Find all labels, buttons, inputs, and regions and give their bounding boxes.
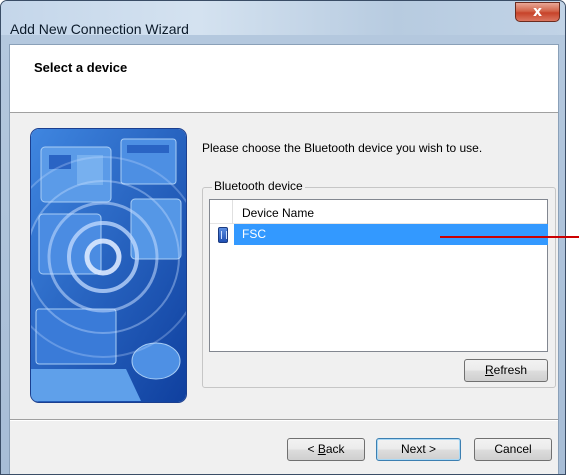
bluetooth-device-icon (218, 227, 228, 243)
close-button[interactable]: x (515, 2, 560, 22)
refresh-accelerator: R (484, 363, 494, 377)
cancel-label: Cancel (494, 442, 532, 456)
back-arrow: < (307, 442, 318, 456)
close-icon: x (532, 4, 543, 20)
instruction-text: Please choose the Bluetooth device you w… (202, 141, 483, 155)
back-label: ack (325, 442, 345, 456)
list-header: Device Name (210, 200, 547, 224)
cancel-button[interactable]: Cancel (474, 438, 552, 461)
column-header-device-name[interactable]: Device Name (242, 206, 314, 220)
wizard-header: Select a device (10, 45, 558, 113)
back-button[interactable]: < Back (287, 438, 365, 461)
page-title: Select a device (34, 60, 128, 75)
group-label: Bluetooth device (212, 179, 305, 193)
column-separator[interactable] (232, 200, 233, 224)
list-item[interactable] (234, 224, 548, 245)
back-accelerator: B (317, 442, 326, 456)
wizard-client-area: Select a device Please choose the Blueto… (9, 44, 559, 474)
footer-separator (10, 419, 558, 421)
wizard-illustration (30, 128, 187, 403)
window-title: Add New Connection Wizard (10, 21, 189, 37)
bluetooth-devices-illustration (31, 129, 186, 402)
title-bar[interactable]: Add New Connection Wizard x (1, 1, 565, 37)
device-name[interactable]: FSC (242, 227, 266, 241)
refresh-label: efresh (493, 363, 528, 377)
refresh-button[interactable]: Refresh (464, 359, 548, 382)
next-button[interactable]: Next > (376, 438, 461, 461)
device-list[interactable]: Device Name FSC (209, 199, 548, 352)
next-label: Next > (400, 442, 436, 456)
annotation-pointer-line (440, 236, 579, 238)
